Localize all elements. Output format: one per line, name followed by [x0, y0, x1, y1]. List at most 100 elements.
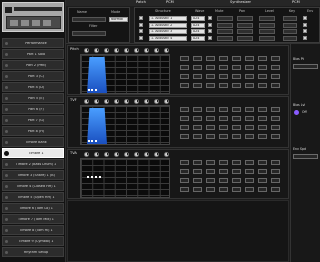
param-cell[interactable] [271, 74, 280, 79]
param-cell[interactable] [206, 134, 215, 139]
sidebar-item[interactable]: Timbre Bank [2, 137, 64, 147]
param-cell[interactable] [193, 160, 202, 165]
env-field[interactable] [283, 16, 297, 21]
key-field[interactable] [259, 16, 275, 21]
param-cell[interactable] [258, 169, 267, 174]
param-cell[interactable] [180, 160, 189, 165]
env-field[interactable] [283, 35, 297, 41]
knob-icon[interactable] [104, 48, 109, 53]
param-cell[interactable] [271, 178, 280, 183]
knob-icon[interactable] [114, 99, 119, 104]
param-cell[interactable] [271, 56, 280, 61]
param-cell[interactable] [258, 116, 267, 121]
param-cell[interactable] [219, 169, 228, 174]
param-cell[interactable] [232, 178, 241, 183]
tab-pcm[interactable]: PCM [166, 0, 174, 5]
param-cell[interactable] [206, 169, 215, 174]
knob-icon[interactable] [94, 48, 99, 53]
env-checkbox[interactable] [303, 22, 307, 27]
param-cell[interactable] [206, 187, 215, 192]
param-cell[interactable] [206, 65, 215, 70]
param-cell[interactable] [206, 178, 215, 183]
param-cell[interactable] [271, 134, 280, 139]
param-cell[interactable] [245, 107, 254, 112]
knob-icon[interactable] [164, 99, 169, 104]
param-cell[interactable] [271, 107, 280, 112]
param-cell[interactable] [245, 83, 254, 88]
mode-select[interactable]: Normal [109, 17, 128, 22]
key-field[interactable] [259, 29, 275, 34]
sidebar-item[interactable]: Part 3 (C) [2, 71, 64, 81]
row-select-checkbox[interactable] [139, 22, 143, 27]
knob-icon[interactable] [114, 48, 119, 53]
param-cell[interactable] [193, 125, 202, 130]
param-cell[interactable] [219, 74, 228, 79]
tvf-envelope-graph[interactable] [80, 105, 170, 145]
param-cell[interactable] [245, 169, 254, 174]
wave-number-field[interactable]: 024 [191, 22, 205, 28]
param-cell[interactable] [193, 187, 202, 192]
knob-icon[interactable] [84, 99, 89, 104]
param-cell[interactable] [180, 107, 189, 112]
sidebar-item[interactable]: Timbre 8 (Tom Hi) 1 [2, 225, 64, 235]
param-cell[interactable] [232, 74, 241, 79]
env-field[interactable] [283, 22, 297, 28]
param-cell[interactable] [232, 116, 241, 121]
mute-checkbox[interactable] [208, 16, 212, 20]
env-speed-field[interactable] [293, 154, 318, 159]
param-cell[interactable] [193, 65, 202, 70]
env-checkbox[interactable] [303, 16, 307, 20]
sidebar-item[interactable]: Rhythm Setup [2, 247, 64, 257]
param-cell[interactable] [232, 56, 241, 61]
level-field[interactable] [237, 35, 253, 41]
param-cell[interactable] [271, 160, 280, 165]
env-checkbox[interactable] [303, 35, 307, 40]
param-cell[interactable] [232, 134, 241, 139]
row-select-checkbox[interactable] [139, 29, 143, 33]
param-cell[interactable] [245, 116, 254, 121]
param-cell[interactable] [206, 56, 215, 61]
knob-icon[interactable] [114, 152, 119, 157]
param-cell[interactable] [258, 178, 267, 183]
knob-icon[interactable] [154, 48, 159, 53]
env-checkbox[interactable] [303, 29, 307, 33]
sidebar-item[interactable]: Timbre 9 (Cymbal) 1 [2, 236, 64, 246]
param-cell[interactable] [180, 74, 189, 79]
knob-icon[interactable] [144, 152, 149, 157]
env-field[interactable] [283, 29, 297, 34]
sidebar-item[interactable]: Part 2 (Ped) [2, 60, 64, 70]
param-cell[interactable] [258, 74, 267, 79]
knob-icon[interactable] [154, 152, 159, 157]
tab-synthesizer[interactable]: Synthesizer [230, 0, 251, 5]
param-cell[interactable] [180, 56, 189, 61]
param-cell[interactable] [206, 83, 215, 88]
accent-button[interactable] [294, 110, 299, 115]
param-cell[interactable] [258, 107, 267, 112]
wave-number-field[interactable]: 024 [191, 35, 205, 41]
pan-field[interactable] [217, 29, 233, 34]
sidebar-item[interactable]: Timbre 4 (Closed HH) 1 [2, 181, 64, 191]
param-cell[interactable] [232, 169, 241, 174]
param-cell[interactable] [219, 116, 228, 121]
sidebar-item[interactable]: Timbre 3 (Snare) 1 (B) [2, 170, 64, 180]
name-field[interactable] [72, 17, 106, 22]
param-cell[interactable] [180, 116, 189, 121]
param-cell[interactable] [245, 187, 254, 192]
wave-select[interactable]: 1. Acoustic 1 [149, 16, 187, 21]
param-cell[interactable] [219, 187, 228, 192]
sidebar-item[interactable]: Part 1 Solo [2, 49, 64, 59]
param-cell[interactable] [180, 125, 189, 130]
knob-icon[interactable] [164, 48, 169, 53]
param-cell[interactable] [219, 178, 228, 183]
param-cell[interactable] [258, 187, 267, 192]
param-cell[interactable] [219, 160, 228, 165]
sidebar-item[interactable]: Timbre 6 (Tom Lo) 1 [2, 203, 64, 213]
pan-field[interactable] [217, 35, 233, 41]
param-cell[interactable] [232, 83, 241, 88]
param-cell[interactable] [245, 125, 254, 130]
sidebar-item[interactable]: Part 7 (G) [2, 115, 64, 125]
param-cell[interactable] [219, 107, 228, 112]
row-select-checkbox[interactable] [139, 16, 143, 20]
param-cell[interactable] [258, 83, 267, 88]
knob-icon[interactable] [104, 99, 109, 104]
